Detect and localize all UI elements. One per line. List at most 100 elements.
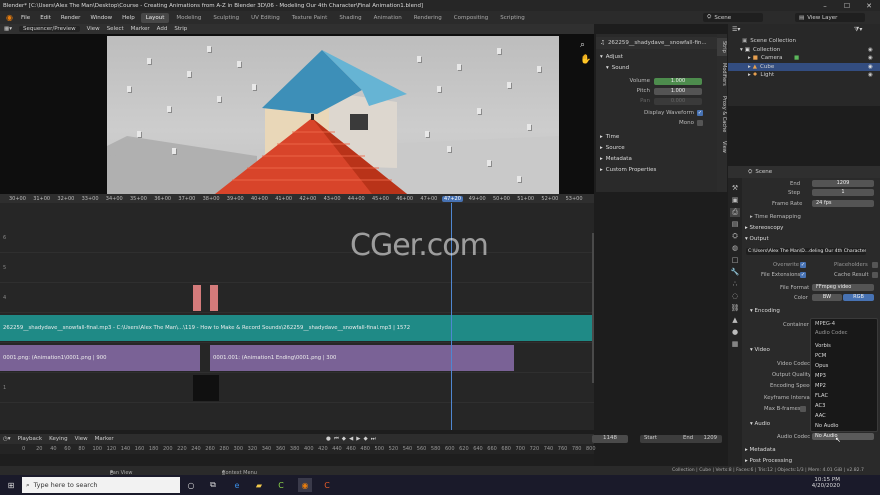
outliner-editor-icon[interactable]: ☰▾ — [732, 26, 740, 33]
time-panel[interactable]: ▸ Time — [600, 134, 619, 140]
filter-icon[interactable]: ⧩▾ — [854, 26, 862, 34]
overwrite-checkbox[interactable]: ✓ — [800, 262, 806, 268]
zoom-icon[interactable]: ⌕ — [580, 40, 585, 50]
outliner-row-active[interactable]: ▸ ▲ Cube ◉ — [728, 62, 880, 71]
tab-uv-editing[interactable]: UV Editing — [246, 13, 285, 23]
color-strip[interactable] — [193, 285, 201, 311]
metadata-props-panel[interactable]: ▸ Metadata — [745, 447, 776, 453]
sound-panel-title[interactable]: ▾ Sound — [606, 65, 629, 71]
tab-view[interactable]: View — [717, 138, 727, 156]
frame-step-field[interactable]: 1 — [812, 189, 874, 196]
visibility-eye-icon[interactable]: ◉ — [868, 64, 873, 70]
menu-marker[interactable]: Marker — [131, 26, 150, 32]
current-frame-field[interactable]: 1148 — [592, 435, 628, 443]
max-bframes-checkbox[interactable] — [800, 406, 806, 412]
outliner-row[interactable]: ▸ ✹ Light ◉ — [728, 71, 880, 80]
close-button[interactable]: ✕ — [858, 0, 880, 11]
menu-select[interactable]: Select — [107, 26, 124, 32]
play-icon[interactable]: ▶ — [356, 436, 360, 443]
data-tab-icon[interactable]: ▲ — [730, 316, 740, 325]
file-extensions-checkbox[interactable]: ✓ — [800, 272, 806, 278]
outliner-row[interactable]: ▸ ■ Camera ■ ◉ — [728, 54, 880, 63]
pitch-field[interactable]: 1.000 — [654, 88, 702, 95]
constraints-tab-icon[interactable]: ⛓ — [730, 304, 740, 313]
framerate-dropdown[interactable]: 24 fps — [812, 200, 874, 207]
codec-option-flac[interactable]: FLAC — [815, 393, 828, 399]
menu-add[interactable]: Add — [157, 26, 168, 32]
physics-tab-icon[interactable]: ◌ — [730, 292, 740, 301]
menu-view[interactable]: View — [87, 26, 100, 32]
audio-panel[interactable]: ▾ Audio — [750, 421, 770, 427]
windows-start-icon[interactable]: ⊞ — [4, 478, 18, 492]
material-tab-icon[interactable]: ● — [730, 328, 740, 337]
record-icon[interactable]: ● — [326, 436, 331, 443]
output-tab-icon[interactable]: ⎙ — [730, 208, 740, 217]
color-rgb-button[interactable]: RGB — [843, 294, 874, 301]
encoding-panel[interactable]: ▾ Encoding — [750, 308, 780, 314]
app-red-icon[interactable]: C — [320, 478, 334, 492]
file-explorer-icon[interactable]: ▰ — [252, 478, 266, 492]
world-tab-icon[interactable]: ◍ — [730, 244, 740, 253]
cache-result-checkbox[interactable] — [872, 272, 878, 278]
visibility-eye-icon[interactable]: ◉ — [868, 55, 873, 61]
timeline-keyframes[interactable] — [0, 454, 594, 466]
render-tab-icon[interactable]: ▣ — [730, 196, 740, 205]
timeline-editor-icon[interactable]: ◷▾ — [3, 436, 11, 442]
sound-strip[interactable]: 262259__shadydave__snowfall-final.mp3 - … — [0, 315, 594, 341]
codec-option-no-audio[interactable]: No Audio — [815, 423, 838, 429]
minimize-button[interactable]: – — [814, 0, 836, 11]
menu-edit[interactable]: Edit — [36, 15, 55, 21]
timeline-ruler[interactable]: 0 20 40 60 80 100 120 140 160 180 200 220 240 260 280 3… — [0, 444, 596, 454]
prev-key-icon[interactable]: ◆ — [342, 436, 346, 443]
menu-timeline-view[interactable]: View — [75, 436, 88, 442]
tab-sculpting[interactable]: Sculpting — [208, 13, 244, 23]
visibility-eye-icon[interactable]: ◉ — [868, 47, 873, 53]
edge-browser-icon[interactable]: e — [230, 478, 244, 492]
tab-compositing[interactable]: Compositing — [449, 13, 493, 23]
stereoscopy-panel[interactable]: ▸ Stereoscopy — [745, 225, 783, 231]
jump-start-icon[interactable]: ⏮ — [334, 436, 339, 443]
particles-tab-icon[interactable]: ∴ — [730, 280, 740, 289]
tab-scripting[interactable]: Scripting — [495, 13, 529, 23]
tab-modeling[interactable]: Modeling — [171, 13, 206, 23]
tab-animation[interactable]: Animation — [369, 13, 407, 23]
pan-field[interactable]: 0.000 — [654, 98, 702, 105]
camtasia-icon[interactable]: C — [274, 478, 288, 492]
output-path-field[interactable]: C:\Users\Alex The Man\D...deling Our 4th… — [746, 248, 866, 255]
menu-strip[interactable]: Strip — [174, 26, 187, 32]
menu-keying[interactable]: Keying — [49, 436, 67, 442]
object-tab-icon[interactable]: □ — [730, 256, 740, 265]
blender-logo-icon[interactable]: ◉ — [4, 13, 15, 22]
color-strip[interactable] — [210, 285, 218, 311]
task-view-icon[interactable]: ○ — [184, 478, 198, 492]
editor-type-icon[interactable]: ▦▾ — [4, 26, 12, 32]
taskbar-search-box[interactable]: ⌕ Type here to search — [22, 477, 180, 493]
mono-checkbox[interactable] — [697, 120, 703, 126]
taskbar-clock[interactable]: 10:15 PM 4/20/2020 — [800, 477, 840, 489]
outliner-row[interactable]: ▣ Scene Collection — [728, 37, 880, 46]
file-format-dropdown[interactable]: FFmpeg video — [812, 284, 874, 291]
tab-layout[interactable]: Layout — [140, 12, 170, 23]
metadata-panel[interactable]: ▸ Metadata — [600, 156, 632, 162]
vertical-scrollbar[interactable] — [592, 233, 594, 383]
next-key-icon[interactable]: ◆ — [363, 436, 367, 443]
custom-properties-panel[interactable]: ▸ Custom Properties — [600, 167, 656, 173]
menu-window[interactable]: Window — [86, 15, 116, 21]
adjust-panel-title[interactable]: ▾ Adjust — [600, 54, 623, 60]
placeholders-checkbox[interactable] — [872, 262, 878, 268]
codec-option-vorbis[interactable]: Vorbis — [815, 343, 831, 349]
sequencer-tracks[interactable]: 6 5 4 3 2 1 262259__shadydave__snowfall-… — [0, 203, 594, 430]
video-panel[interactable]: ▾ Video — [750, 347, 770, 353]
output-panel[interactable]: ▾ Output — [745, 236, 769, 242]
audio-codec-dropdown[interactable]: No Audio — [812, 433, 874, 440]
texture-tab-icon[interactable]: ▦ — [730, 340, 740, 349]
black-strip[interactable] — [193, 375, 219, 401]
menu-render[interactable]: Render — [57, 15, 85, 21]
tool-tab-icon[interactable]: ⚒ — [730, 184, 740, 193]
volume-field[interactable]: 1.000 — [654, 78, 702, 85]
scene-selector[interactable]: ⛭ Scene — [703, 13, 763, 22]
view-layer-tab-icon[interactable]: ▤ — [730, 220, 740, 229]
tab-modifiers[interactable]: Modifiers — [717, 60, 727, 88]
visibility-eye-icon[interactable]: ◉ — [868, 72, 873, 78]
end-frame-field[interactable]: End 1209 — [680, 435, 720, 443]
